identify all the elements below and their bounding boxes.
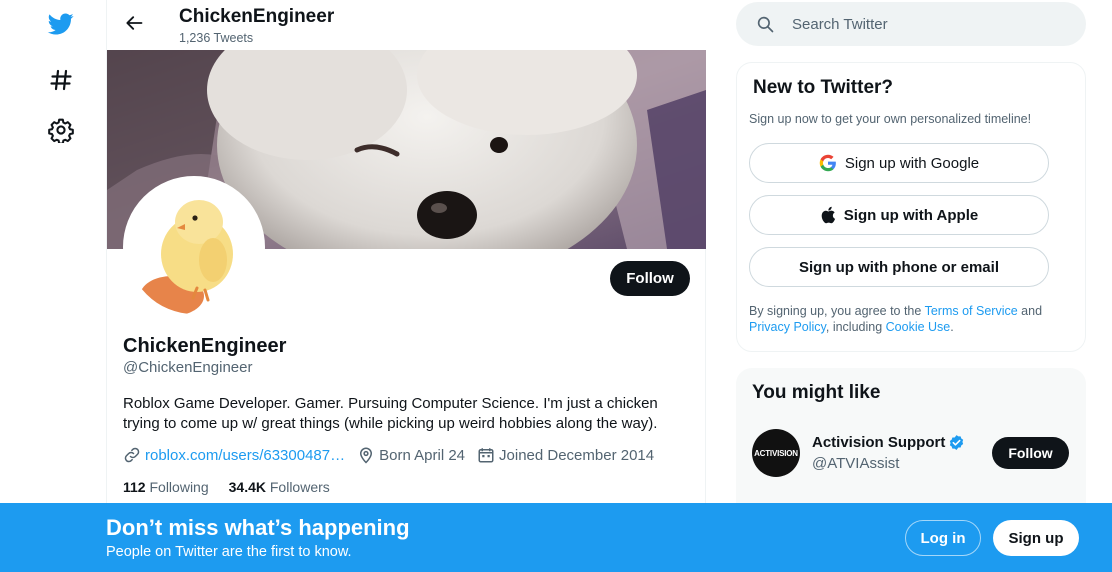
signup-google-label: Sign up with Google — [844, 154, 980, 172]
followers-stat[interactable]: 34.4K Followers — [229, 479, 330, 495]
cookie-use-link[interactable]: Cookie Use — [886, 320, 951, 334]
profile-link[interactable]: roblox.com/users/63300487… — [123, 446, 345, 464]
profile-birthday: Born April 24 — [357, 446, 465, 464]
following-count: 112 — [123, 479, 146, 495]
profile-column: ChickenEngineer 1,236 Tweets Follow Chic… — [106, 0, 706, 572]
prompt-subtitle: People on Twitter are the first to know. — [106, 544, 352, 560]
signup-apple-button[interactable]: Sign up with Apple — [749, 195, 1049, 235]
suggestion-follow-button[interactable]: Follow — [992, 437, 1069, 469]
you-might-like-title: You might like — [752, 382, 881, 403]
signup-google-button[interactable]: Sign up with Google — [749, 143, 1049, 183]
followers-label: Followers — [269, 479, 330, 495]
search-input[interactable] — [792, 15, 1052, 33]
profile-bio: Roblox Game Developer. Gamer. Pursuing C… — [123, 395, 658, 432]
profile-joined: Joined December 2014 — [477, 446, 654, 464]
link-icon — [124, 447, 140, 463]
followers-count: 34.4K — [228, 479, 266, 495]
twitter-bird-icon[interactable] — [44, 7, 78, 41]
search-bar[interactable] — [736, 2, 1086, 46]
following-label: Following — [149, 479, 209, 495]
profile-handle: @ChickenEngineer — [123, 359, 253, 376]
signup-apple-label: Sign up with Apple — [843, 206, 979, 224]
profile-avatar[interactable] — [123, 176, 265, 318]
settings-icon[interactable] — [44, 113, 78, 147]
profile-meta: roblox.com/users/63300487… Born April 24… — [123, 446, 666, 464]
terms-and: and — [1017, 304, 1043, 318]
terms-end: . — [950, 320, 954, 334]
search-icon — [756, 15, 774, 33]
calendar-icon — [478, 448, 494, 463]
left-nav — [0, 0, 106, 572]
terms-of-service-link[interactable]: Terms of Service — [925, 304, 1018, 318]
profile-name: ChickenEngineer — [123, 335, 287, 357]
following-stat[interactable]: 112 Following — [123, 479, 209, 495]
signup-button[interactable]: Sign up — [993, 520, 1079, 556]
signup-terms: By signing up, you agree to the Terms of… — [749, 303, 1069, 335]
follow-button[interactable]: Follow — [610, 261, 690, 296]
verified-icon — [950, 435, 964, 450]
signup-phone-label: Sign up with phone or email — [798, 258, 999, 276]
profile-stats: 112 Following 34.4K Followers — [123, 479, 350, 495]
login-button[interactable]: Log in — [905, 520, 981, 556]
back-arrow-icon[interactable] — [121, 10, 147, 36]
hashtag-icon[interactable] — [44, 63, 78, 97]
profile-header: ChickenEngineer 1,236 Tweets — [107, 0, 706, 50]
location-icon — [360, 447, 373, 464]
terms-prefix: By signing up, you agree to the — [749, 304, 925, 318]
google-icon — [819, 154, 837, 172]
signup-phone-button[interactable]: Sign up with phone or email — [749, 247, 1049, 287]
tweet-count: 1,236 Tweets — [179, 31, 254, 45]
header-title: ChickenEngineer — [179, 6, 335, 27]
privacy-policy-link[interactable]: Privacy Policy — [749, 320, 826, 334]
terms-including: , including — [825, 320, 886, 334]
suggestion-handle: @ATVIAssist — [812, 455, 900, 472]
joined-text: Joined December 2014 — [499, 446, 655, 464]
suggestion-avatar[interactable]: ACTIVISION — [752, 429, 800, 477]
new-to-twitter-subtitle: Sign up now to get your own personalized… — [749, 112, 1032, 126]
profile-link-text[interactable]: roblox.com/users/63300487… — [145, 447, 345, 464]
new-to-twitter-title: New to Twitter? — [753, 77, 894, 98]
new-to-twitter-card: New to Twitter? Sign up now to get your … — [736, 62, 1086, 352]
suggestion-name[interactable]: Activision Support — [812, 434, 965, 451]
signup-prompt-bar: Don’t miss what’s happening People on Tw… — [0, 503, 1112, 572]
apple-icon — [820, 206, 836, 224]
born-text: Born April 24 — [379, 446, 466, 464]
prompt-title: Don’t miss what’s happening — [106, 515, 410, 540]
suggestion-name-text: Activision Support — [812, 434, 946, 451]
